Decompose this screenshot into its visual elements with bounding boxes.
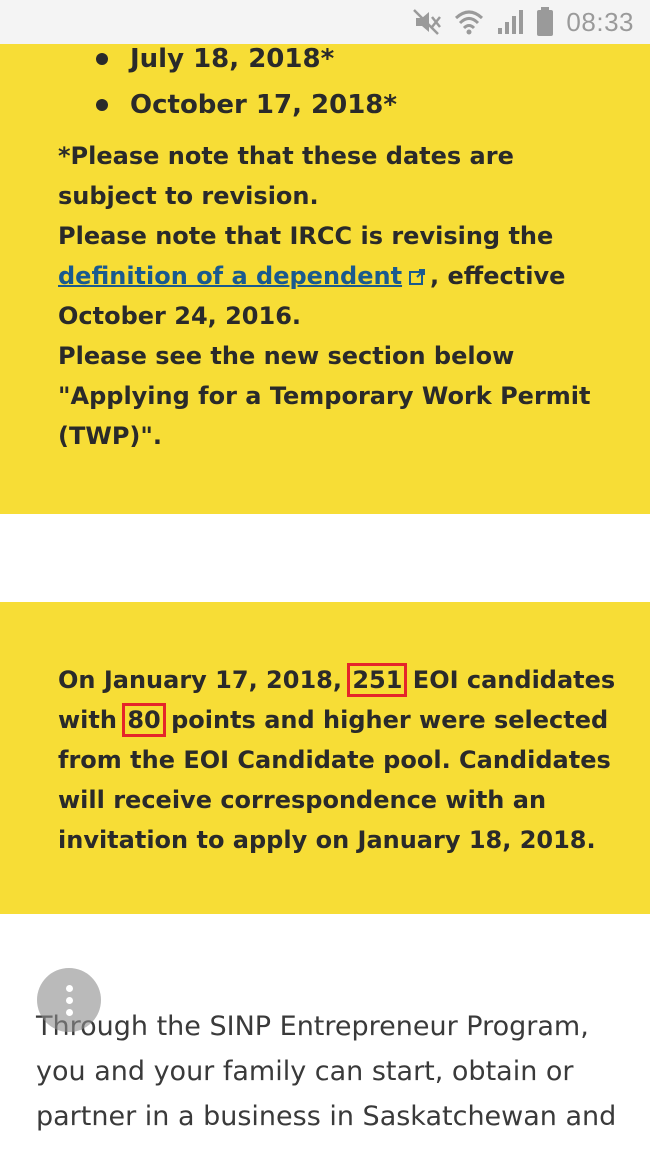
dependent-note: Please note that IRCC is revising the de… xyxy=(58,216,618,336)
more-vert-icon xyxy=(65,1008,73,1016)
more-vert-icon xyxy=(65,984,73,992)
candidate-count-highlight: 251 xyxy=(347,663,408,697)
revision-note: *Please note that these dates are subjec… xyxy=(58,142,514,210)
eoi-draw-text: On January 17, 2018, 251 EOI candidates … xyxy=(58,660,618,860)
mute-icon xyxy=(413,9,442,35)
points-highlight: 80 xyxy=(122,703,166,737)
more-options-button[interactable] xyxy=(37,968,101,1032)
battery-icon xyxy=(537,7,554,36)
dates-list: July 18, 2018* October 17, 2018* xyxy=(96,36,397,128)
eoi-date-text: On January 17, 2018, xyxy=(58,666,342,694)
more-vert-icon xyxy=(65,996,73,1004)
external-link-icon xyxy=(409,269,426,285)
twp-note: Please see the new section below "Applyi… xyxy=(58,342,591,450)
clock: 08:33 xyxy=(566,6,634,37)
dependent-definition-link[interactable]: definition of a dependent xyxy=(58,262,402,290)
wifi-icon xyxy=(455,10,484,35)
notice-text: *Please note that these dates are subjec… xyxy=(58,136,618,456)
signal-icon xyxy=(498,10,524,34)
status-bar: 08:33 xyxy=(0,0,650,44)
dates-notice-box: July 18, 2018* October 17, 2018* *Please… xyxy=(0,44,650,514)
program-intro-paragraph: Through the SINP Entrepreneur Program, y… xyxy=(36,1011,617,1132)
eoi-draw-box: On January 17, 2018, 251 EOI candidates … xyxy=(0,602,650,914)
list-item: October 17, 2018* xyxy=(96,82,397,128)
dependent-note-text: Please note that IRCC is revising the xyxy=(58,222,554,250)
